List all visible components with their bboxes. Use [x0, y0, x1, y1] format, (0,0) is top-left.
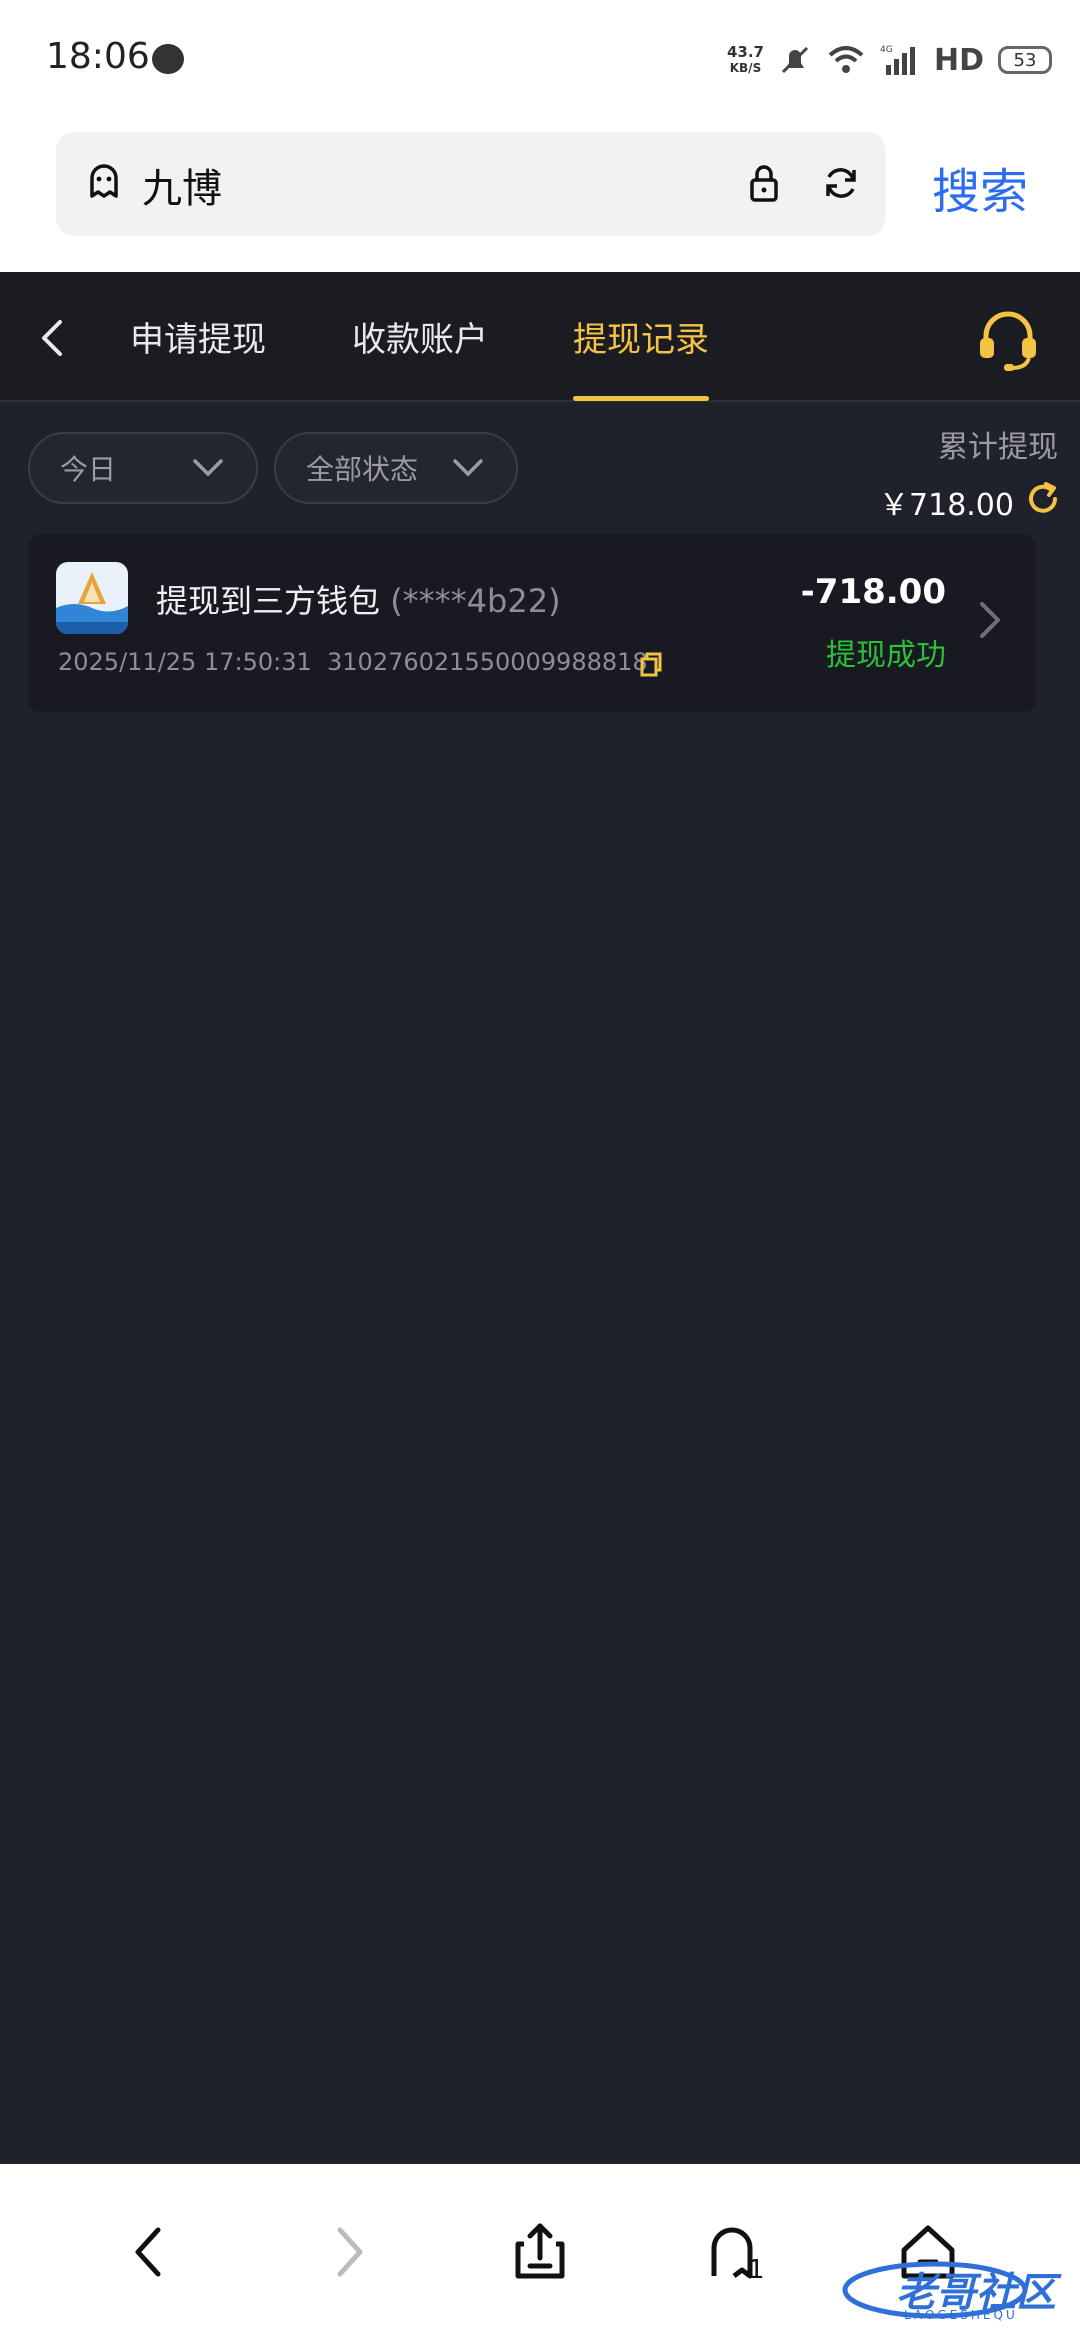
record-title: 提现到三方钱包 (****4b22)	[156, 576, 561, 622]
status-bar: 18:06 43.7 KB/S 4G HD 53	[0, 0, 1080, 120]
status-indicators: 43.7 KB/S 4G HD 53	[727, 36, 1052, 84]
url-text: 九博	[142, 166, 222, 212]
net-speed: 43.7 KB/S	[727, 44, 764, 76]
reload-icon[interactable]	[820, 162, 862, 204]
refresh-icon[interactable]	[1024, 480, 1062, 518]
mute-bell-icon	[781, 46, 809, 74]
ghost-site-icon	[90, 164, 118, 198]
watermark-logo: 老哥社区 LAOGESHEQU	[840, 2256, 1070, 2326]
chevron-right-icon	[980, 602, 1000, 638]
chat-notification-icon	[152, 44, 184, 74]
lock-icon[interactable]	[744, 162, 784, 204]
status-filter-dropdown[interactable]: 全部状态	[274, 432, 518, 504]
back-arrow-icon[interactable]	[28, 312, 80, 364]
browser-bottom-nav: 1 老哥社区 LAOGESHEQU	[0, 2164, 1080, 2340]
hd-label: HD	[933, 42, 984, 78]
nav-forward-icon[interactable]	[316, 2220, 380, 2284]
total-withdraw-label: 累计提现	[938, 430, 1058, 465]
status-time: 18:06	[46, 36, 150, 77]
chevron-down-icon	[193, 459, 223, 477]
tab-receiving-account[interactable]: 收款账户	[352, 312, 488, 361]
signal-label: 4G	[880, 45, 893, 55]
withdraw-record-item[interactable]: 提现到三方钱包 (****4b22) 2025/11/25 17:50:31 3…	[28, 534, 1036, 712]
net-speed-unit: KB/S	[729, 61, 762, 75]
nav-back-icon[interactable]	[118, 2220, 182, 2284]
tab-withdraw-records[interactable]: 提现记录	[573, 312, 709, 361]
tabs-count: 1	[748, 2255, 765, 2284]
customer-service-icon[interactable]	[974, 308, 1042, 372]
tab-apply-withdraw[interactable]: 申请提现	[130, 312, 266, 361]
battery-indicator: 53	[998, 46, 1052, 74]
chevron-down-icon	[453, 459, 483, 477]
app-header: 申请提现 收款账户 提现记录	[0, 272, 1080, 402]
share-icon[interactable]	[508, 2220, 572, 2284]
record-meta: 2025/11/25 17:50:31 31027602155000998881…	[58, 648, 648, 676]
web-app: 申请提现 收款账户 提现记录 今日 全部状态 累计提现 ￥718.00 提现到三…	[0, 272, 1080, 2164]
record-account: (****4b22)	[390, 582, 561, 620]
total-withdraw-value: ￥718.00	[879, 488, 1014, 523]
active-tab-indicator	[573, 396, 709, 401]
search-button[interactable]: 搜索	[932, 152, 1028, 222]
date-filter-value: 今日	[60, 453, 117, 486]
watermark-subtext: LAOGESHEQU	[904, 2308, 1018, 2322]
copy-icon[interactable]	[638, 650, 664, 678]
status-filter-value: 全部状态	[306, 453, 419, 486]
wifi-icon	[828, 46, 864, 73]
record-amount: -718.00	[800, 572, 946, 612]
record-datetime: 2025/11/25 17:50:31	[58, 648, 312, 676]
tabs-icon[interactable]: 1	[704, 2220, 768, 2284]
signal-icon: 4G	[880, 45, 915, 75]
record-title-text: 提现到三方钱包	[156, 582, 381, 620]
wallet-app-logo	[56, 562, 128, 634]
record-order-id: 310276021550009988818	[327, 648, 648, 676]
net-speed-value: 43.7	[726, 43, 764, 61]
address-bar[interactable]: 九博	[56, 132, 886, 236]
date-filter-dropdown[interactable]: 今日	[28, 432, 258, 504]
browser-toolbar: 九博 搜索	[0, 120, 1080, 272]
record-status: 提现成功	[826, 638, 946, 673]
